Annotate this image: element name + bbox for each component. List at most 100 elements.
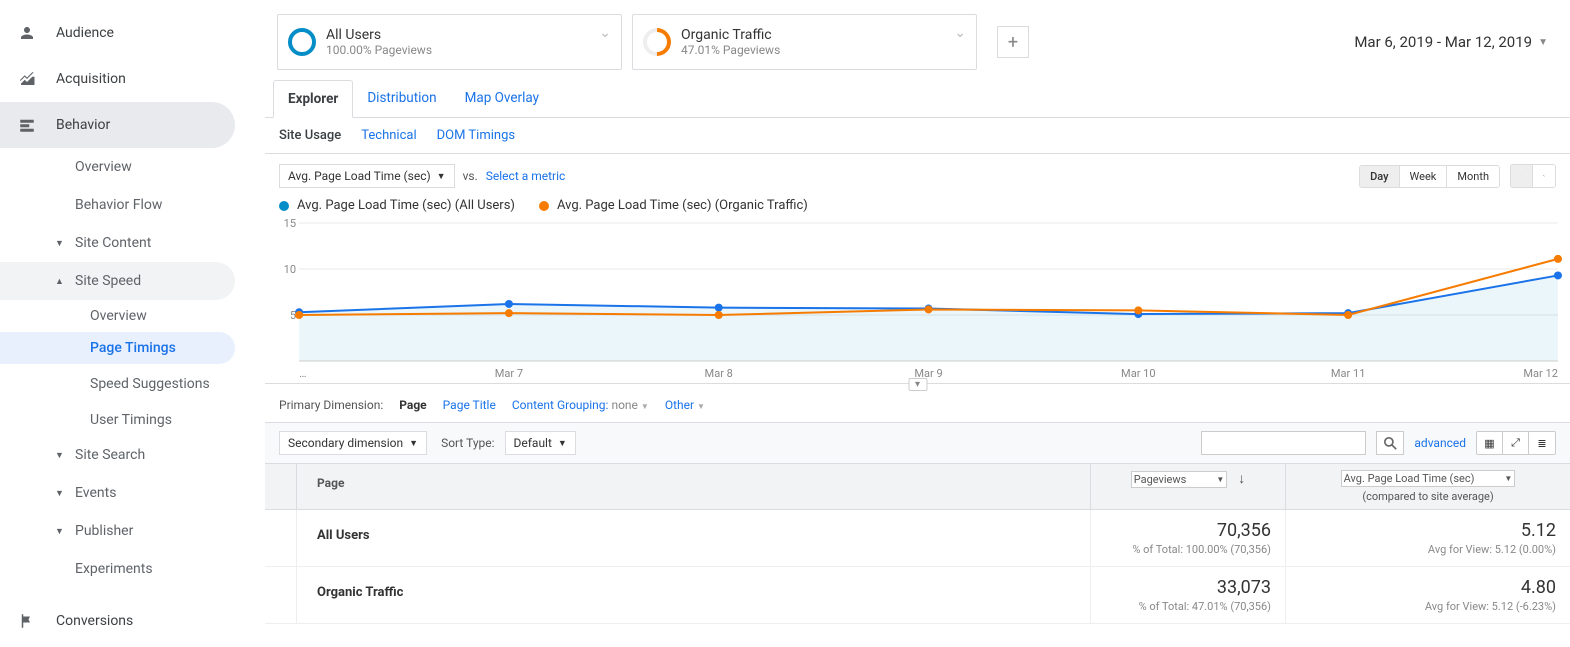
row-main-value: 5.12: [1300, 520, 1556, 541]
th-load-sub: (compared to site average): [1298, 490, 1558, 503]
site-content-label: Site Content: [75, 235, 151, 251]
line-chart[interactable]: 51015…Mar 7Mar 8Mar 9Mar 10Mar 11Mar 12: [279, 213, 1566, 383]
caret-icon: ▼: [55, 450, 65, 461]
nav-site-content[interactable]: ▼Site Content: [0, 224, 265, 262]
dropdown-icon: ▼: [1538, 37, 1548, 48]
svg-text:…: …: [299, 367, 306, 380]
dim-other[interactable]: Other ▼: [665, 398, 705, 412]
date-range-picker[interactable]: Mar 6, 2019 - Mar 12, 2019 ▼: [1354, 33, 1558, 51]
dropdown-icon: ▼: [1216, 475, 1224, 484]
row-main-value: 70,356: [1105, 520, 1271, 541]
th-load-time[interactable]: Avg. Page Load Time (sec)▼ (compared to …: [1285, 464, 1570, 509]
motion-chart-icon[interactable]: [1533, 165, 1555, 187]
btn-week[interactable]: Week: [1400, 166, 1448, 187]
row-spacer: [265, 510, 297, 566]
table-row[interactable]: Organic Traffic 33,073 % of Total: 47.01…: [265, 567, 1570, 624]
nav-acquisition[interactable]: Acquisition: [0, 56, 265, 102]
view-percent-icon[interactable]: ⤢: [1503, 432, 1529, 454]
chart-expand-handle[interactable]: ▾: [908, 378, 927, 391]
sort-type-select[interactable]: Default ▼: [505, 431, 576, 455]
nav-behavior-flow[interactable]: Behavior Flow: [0, 186, 265, 224]
dropdown-icon: ▼: [558, 438, 567, 449]
table-row[interactable]: All Users 70,356 % of Total: 100.00% (70…: [265, 510, 1570, 567]
dropdown-icon: ▼: [409, 438, 418, 449]
svg-text:Mar 8: Mar 8: [705, 367, 733, 380]
acquisition-icon: [18, 70, 38, 88]
dim-content-grouping[interactable]: Content Grouping: none ▼: [512, 398, 649, 412]
svg-text:Mar 10: Mar 10: [1121, 367, 1156, 380]
nav-speed-overview[interactable]: Overview: [0, 300, 265, 332]
table-header: Page Pageviews ▼ ↓ Avg. Page Load Time (s…: [265, 464, 1570, 510]
nav-experiments[interactable]: Experiments: [0, 550, 265, 588]
time-grain-group: Day Week Month: [1359, 165, 1500, 188]
date-range-text: Mar 6, 2019 - Mar 12, 2019: [1354, 33, 1532, 51]
view-perf-icon[interactable]: ≣: [1529, 432, 1555, 454]
subtab-technical[interactable]: Technical: [361, 128, 416, 143]
th-pageviews-label: Pageviews: [1134, 473, 1187, 486]
dim-other-label: Other: [665, 398, 694, 412]
table-view-group: ▦ ⤢ ≣: [1476, 431, 1556, 455]
nav-page-timings[interactable]: Page Timings: [0, 332, 235, 364]
secondary-dimension-select[interactable]: Secondary dimension▼: [279, 431, 427, 455]
legend-label: Avg. Page Load Time (sec) (Organic Traff…: [557, 198, 808, 213]
row-sub-value: % of Total: 100.00% (70,356): [1105, 543, 1271, 556]
nav-behavior[interactable]: Behavior: [0, 102, 235, 148]
chart-control-row: Avg. Page Load Time (sec)▼ vs. Select a …: [265, 154, 1570, 194]
nav-site-speed[interactable]: ▲Site Speed: [0, 262, 235, 300]
nav-audience[interactable]: Audience: [0, 10, 265, 56]
table-toolbar: Secondary dimension▼ Sort Type: Default▼…: [265, 423, 1570, 464]
caret-icon: ▼: [55, 488, 65, 499]
btn-month[interactable]: Month: [1447, 166, 1499, 187]
table-search-input[interactable]: [1201, 431, 1366, 455]
tab-explorer[interactable]: Explorer: [273, 80, 353, 118]
row-loadtime: 4.80 Avg for View: 5.12 (-6.23%): [1285, 567, 1570, 623]
segment-subtitle: 100.00% Pageviews: [326, 43, 432, 57]
site-search-label: Site Search: [75, 447, 145, 463]
svg-text:Mar 7: Mar 7: [495, 367, 523, 380]
th-page[interactable]: Page: [297, 464, 1090, 509]
row-label: Organic Traffic: [297, 567, 1090, 623]
subtab-site-usage[interactable]: Site Usage: [279, 128, 341, 143]
compare-metric-link[interactable]: Select a metric: [486, 169, 566, 183]
dim-page-title[interactable]: Page Title: [443, 398, 496, 412]
dim-page[interactable]: Page: [399, 398, 426, 412]
row-loadtime: 5.12 Avg for View: 5.12 (0.00%): [1285, 510, 1570, 566]
nav-publisher[interactable]: ▼Publisher: [0, 512, 265, 550]
row-main-value: 33,073: [1105, 577, 1271, 598]
segment-all-users[interactable]: All Users 100.00% Pageviews ⌄: [277, 14, 622, 70]
tab-map-overlay[interactable]: Map Overlay: [451, 80, 553, 117]
sort-desc-icon: ↓: [1238, 471, 1245, 487]
line-chart-icon[interactable]: [1511, 165, 1533, 187]
row-spacer: [265, 567, 297, 623]
btn-day[interactable]: Day: [1360, 166, 1399, 187]
tab-distribution[interactable]: Distribution: [353, 80, 450, 117]
th-load-time-select[interactable]: Avg. Page Load Time (sec)▼: [1341, 470, 1516, 487]
nav-user-timings[interactable]: User Timings: [0, 404, 265, 436]
sidebar: Audience Acquisition Behavior Overview B…: [0, 0, 265, 647]
search-button[interactable]: [1376, 431, 1404, 455]
nav-conversions[interactable]: Conversions: [0, 598, 265, 644]
chevron-down-icon: ⌄: [954, 25, 966, 41]
svg-text:10: 10: [284, 263, 296, 276]
conversions-label: Conversions: [56, 613, 133, 629]
events-label: Events: [75, 485, 116, 501]
th-pageviews-select[interactable]: Pageviews ▼: [1131, 471, 1228, 488]
nav-overview[interactable]: Overview: [0, 148, 265, 186]
add-segment-button[interactable]: +: [997, 26, 1029, 58]
sort-value: Default: [514, 436, 552, 450]
main-content: All Users 100.00% Pageviews ⌄ Organic Tr…: [265, 0, 1570, 647]
segment-organic[interactable]: Organic Traffic 47.01% Pageviews ⌄: [632, 14, 977, 70]
nav-events[interactable]: ▼ Events: [0, 474, 265, 512]
view-data-table-icon[interactable]: ▦: [1477, 432, 1503, 454]
th-pageviews[interactable]: Pageviews ▼ ↓: [1090, 464, 1285, 509]
advanced-link[interactable]: advanced: [1414, 436, 1466, 450]
th-load-label: Avg. Page Load Time (sec): [1344, 472, 1475, 485]
subtab-dom-timings[interactable]: DOM Timings: [437, 128, 515, 143]
search-icon: [1384, 437, 1397, 450]
primary-metric-select[interactable]: Avg. Page Load Time (sec)▼: [279, 164, 455, 188]
nav-site-search[interactable]: ▼ Site Search: [0, 436, 265, 474]
nav-speed-suggestions[interactable]: Speed Suggestions: [0, 364, 265, 404]
primary-metric-label: Avg. Page Load Time (sec): [288, 169, 431, 183]
row-sub-value: Avg for View: 5.12 (0.00%): [1300, 543, 1556, 556]
row-sub-value: % of Total: 47.01% (70,356): [1105, 600, 1271, 613]
